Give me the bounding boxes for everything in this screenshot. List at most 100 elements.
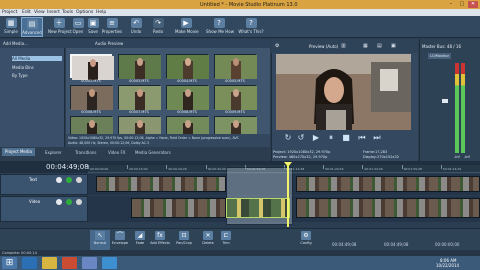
add-effects-button[interactable]: fx Add Effects <box>150 230 170 250</box>
selection-end-time: 00:04:49;08 <box>384 242 409 247</box>
menu-project[interactable]: Project <box>2 10 17 15</box>
mute-icon[interactable] <box>56 177 62 183</box>
mute-icon[interactable] <box>56 199 62 205</box>
preview-mode-dropdown[interactable]: Preview (Auto) <box>309 44 338 49</box>
show-me-how-button[interactable]: ? Show Me How <box>206 17 234 37</box>
simple-button[interactable]: ▦ Simple <box>2 17 20 37</box>
pan-crop-button[interactable]: ⊡ Pan/Crop <box>174 230 194 250</box>
stop-icon[interactable]: ■ <box>341 133 351 143</box>
ruler-tick <box>362 165 364 169</box>
media-toolbar: Add Media... Audio Preview <box>0 39 270 48</box>
tree-item-all-media[interactable]: All Media <box>12 56 62 61</box>
media-thumbnail[interactable] <box>118 54 161 79</box>
media-thumbnail[interactable] <box>70 85 113 110</box>
media-thumbnail[interactable] <box>166 85 209 110</box>
track-header-text[interactable]: Text <box>0 174 88 195</box>
tab-project-media[interactable]: Project Media <box>2 148 35 156</box>
redo-button[interactable]: ↷ Redo <box>149 17 167 37</box>
add-media-button[interactable]: Add Media... <box>3 41 28 46</box>
menu-view[interactable]: View <box>34 10 45 15</box>
menu-insert[interactable]: Insert <box>47 10 60 15</box>
maximize-icon[interactable]: □ <box>457 1 467 8</box>
master-meter-left <box>455 63 459 153</box>
thumbnail-image <box>215 55 257 79</box>
track-header-video[interactable]: Video <box>0 196 88 222</box>
master-fader[interactable] <box>442 99 448 103</box>
tab-media-generators[interactable]: Media Generators <box>135 150 171 155</box>
menu-tools[interactable]: Tools <box>62 10 73 15</box>
normal-button[interactable]: ↖ Normal <box>90 230 110 250</box>
ruler-label: 00:00:15;00 <box>129 167 148 171</box>
record-icon[interactable] <box>76 177 82 183</box>
video-track-clip[interactable] <box>296 198 480 218</box>
media-thumbnail-label: 00008.MTS <box>177 110 197 114</box>
audio-preview-button[interactable]: Audio Preview <box>95 41 123 46</box>
save-snapshot-icon[interactable]: ▣ <box>391 43 396 49</box>
tree-item-by-type[interactable]: By Type <box>12 73 28 78</box>
menu-help[interactable]: Help <box>96 10 106 15</box>
delete-button[interactable]: ✕ Delete <box>198 230 218 250</box>
movie-studio-taskbar-icon[interactable] <box>102 257 117 269</box>
make-movie-button[interactable]: ▶ Make Movie <box>175 17 199 37</box>
overlays-icon[interactable]: ▦ <box>363 43 368 49</box>
properties-button[interactable]: ≡ Properties <box>101 17 123 37</box>
master-mode-dropdown[interactable]: LO/Monitor <box>428 53 452 59</box>
media-info-line-2: Audio: 48,000 Hz, Stereo, 00:00:12;06, D… <box>68 141 150 145</box>
envelope-button[interactable]: ⌒ Envelope <box>110 230 130 250</box>
store-icon[interactable] <box>82 257 97 269</box>
media-thumbnail[interactable] <box>118 85 161 110</box>
video-track-clip-selected[interactable] <box>226 198 290 218</box>
media-thumbnail[interactable] <box>70 54 114 80</box>
pause-icon[interactable]: ⏸ <box>326 133 336 143</box>
ruler-tick <box>440 165 442 169</box>
next-frame-icon[interactable]: ⏭ <box>372 133 382 143</box>
advanced-button[interactable]: ▤ Advanced <box>21 17 43 37</box>
internet-explorer-icon[interactable] <box>22 257 37 269</box>
text-track-clip[interactable] <box>96 176 226 192</box>
video-track-clip[interactable] <box>131 198 226 218</box>
menu-options[interactable]: Options <box>76 10 93 15</box>
media-thumbnail[interactable] <box>166 54 209 79</box>
pan-crop-icon: ⊡ <box>179 231 189 240</box>
start-button-icon[interactable]: ⊞ <box>2 257 17 269</box>
previous-frame-icon[interactable]: ⏮ <box>357 133 367 143</box>
save-button[interactable]: ▣ Save <box>86 17 100 37</box>
fade-button[interactable]: ◢ Fade <box>130 230 150 250</box>
display-value: 270x152x32 <box>377 155 399 159</box>
minimize-icon[interactable]: – <box>446 1 456 8</box>
whats-this-button[interactable]: ? What's This? <box>238 17 264 37</box>
tab-video-fx[interactable]: Video FX <box>108 150 126 155</box>
split-screen-icon[interactable]: ▥ <box>341 43 346 49</box>
track-name-text: Text <box>29 177 38 182</box>
close-icon[interactable]: ✕ <box>468 1 478 8</box>
open-button[interactable]: ▭ Open <box>71 17 85 37</box>
text-track-clip[interactable] <box>296 176 480 192</box>
properties-icon: ≡ <box>106 18 118 28</box>
tree-item-media-bins[interactable]: Media Bins <box>12 65 34 70</box>
chrome-icon[interactable] <box>62 257 77 269</box>
config-button[interactable]: ⚙ Config <box>296 230 316 250</box>
new-project-button[interactable]: ＋ New Project <box>48 17 72 37</box>
loop-icon[interactable]: ↻ <box>283 133 293 143</box>
play-icon[interactable]: ▶ <box>311 133 321 143</box>
tab-explorer[interactable]: Explorer <box>45 150 62 155</box>
media-thumbnail[interactable] <box>214 54 257 79</box>
copy-snapshot-icon[interactable]: ▤ <box>377 43 382 49</box>
redo-icon: ↷ <box>152 18 164 28</box>
media-thumbnail-label: 00007.MTS <box>129 110 149 114</box>
master-level-left: -Inf <box>454 155 460 159</box>
media-thumbnail[interactable] <box>214 85 257 110</box>
playhead[interactable] <box>287 165 289 227</box>
file-explorer-icon[interactable] <box>42 257 57 269</box>
advanced-mode-icon: ▤ <box>26 19 38 29</box>
thumbnail-image <box>119 86 161 110</box>
solo-icon[interactable] <box>66 177 72 183</box>
record-icon[interactable] <box>76 199 82 205</box>
solo-icon[interactable] <box>66 199 72 205</box>
menu-edit[interactable]: Edit <box>22 10 31 15</box>
undo-button[interactable]: ↶ Undo <box>127 17 145 37</box>
play-from-start-icon[interactable]: ↺ <box>296 133 306 143</box>
tab-transitions[interactable]: Transitions <box>75 150 96 155</box>
settings-icon[interactable]: ⚙ <box>275 43 279 49</box>
trim-button[interactable]: ⊏ Trim <box>216 230 236 250</box>
